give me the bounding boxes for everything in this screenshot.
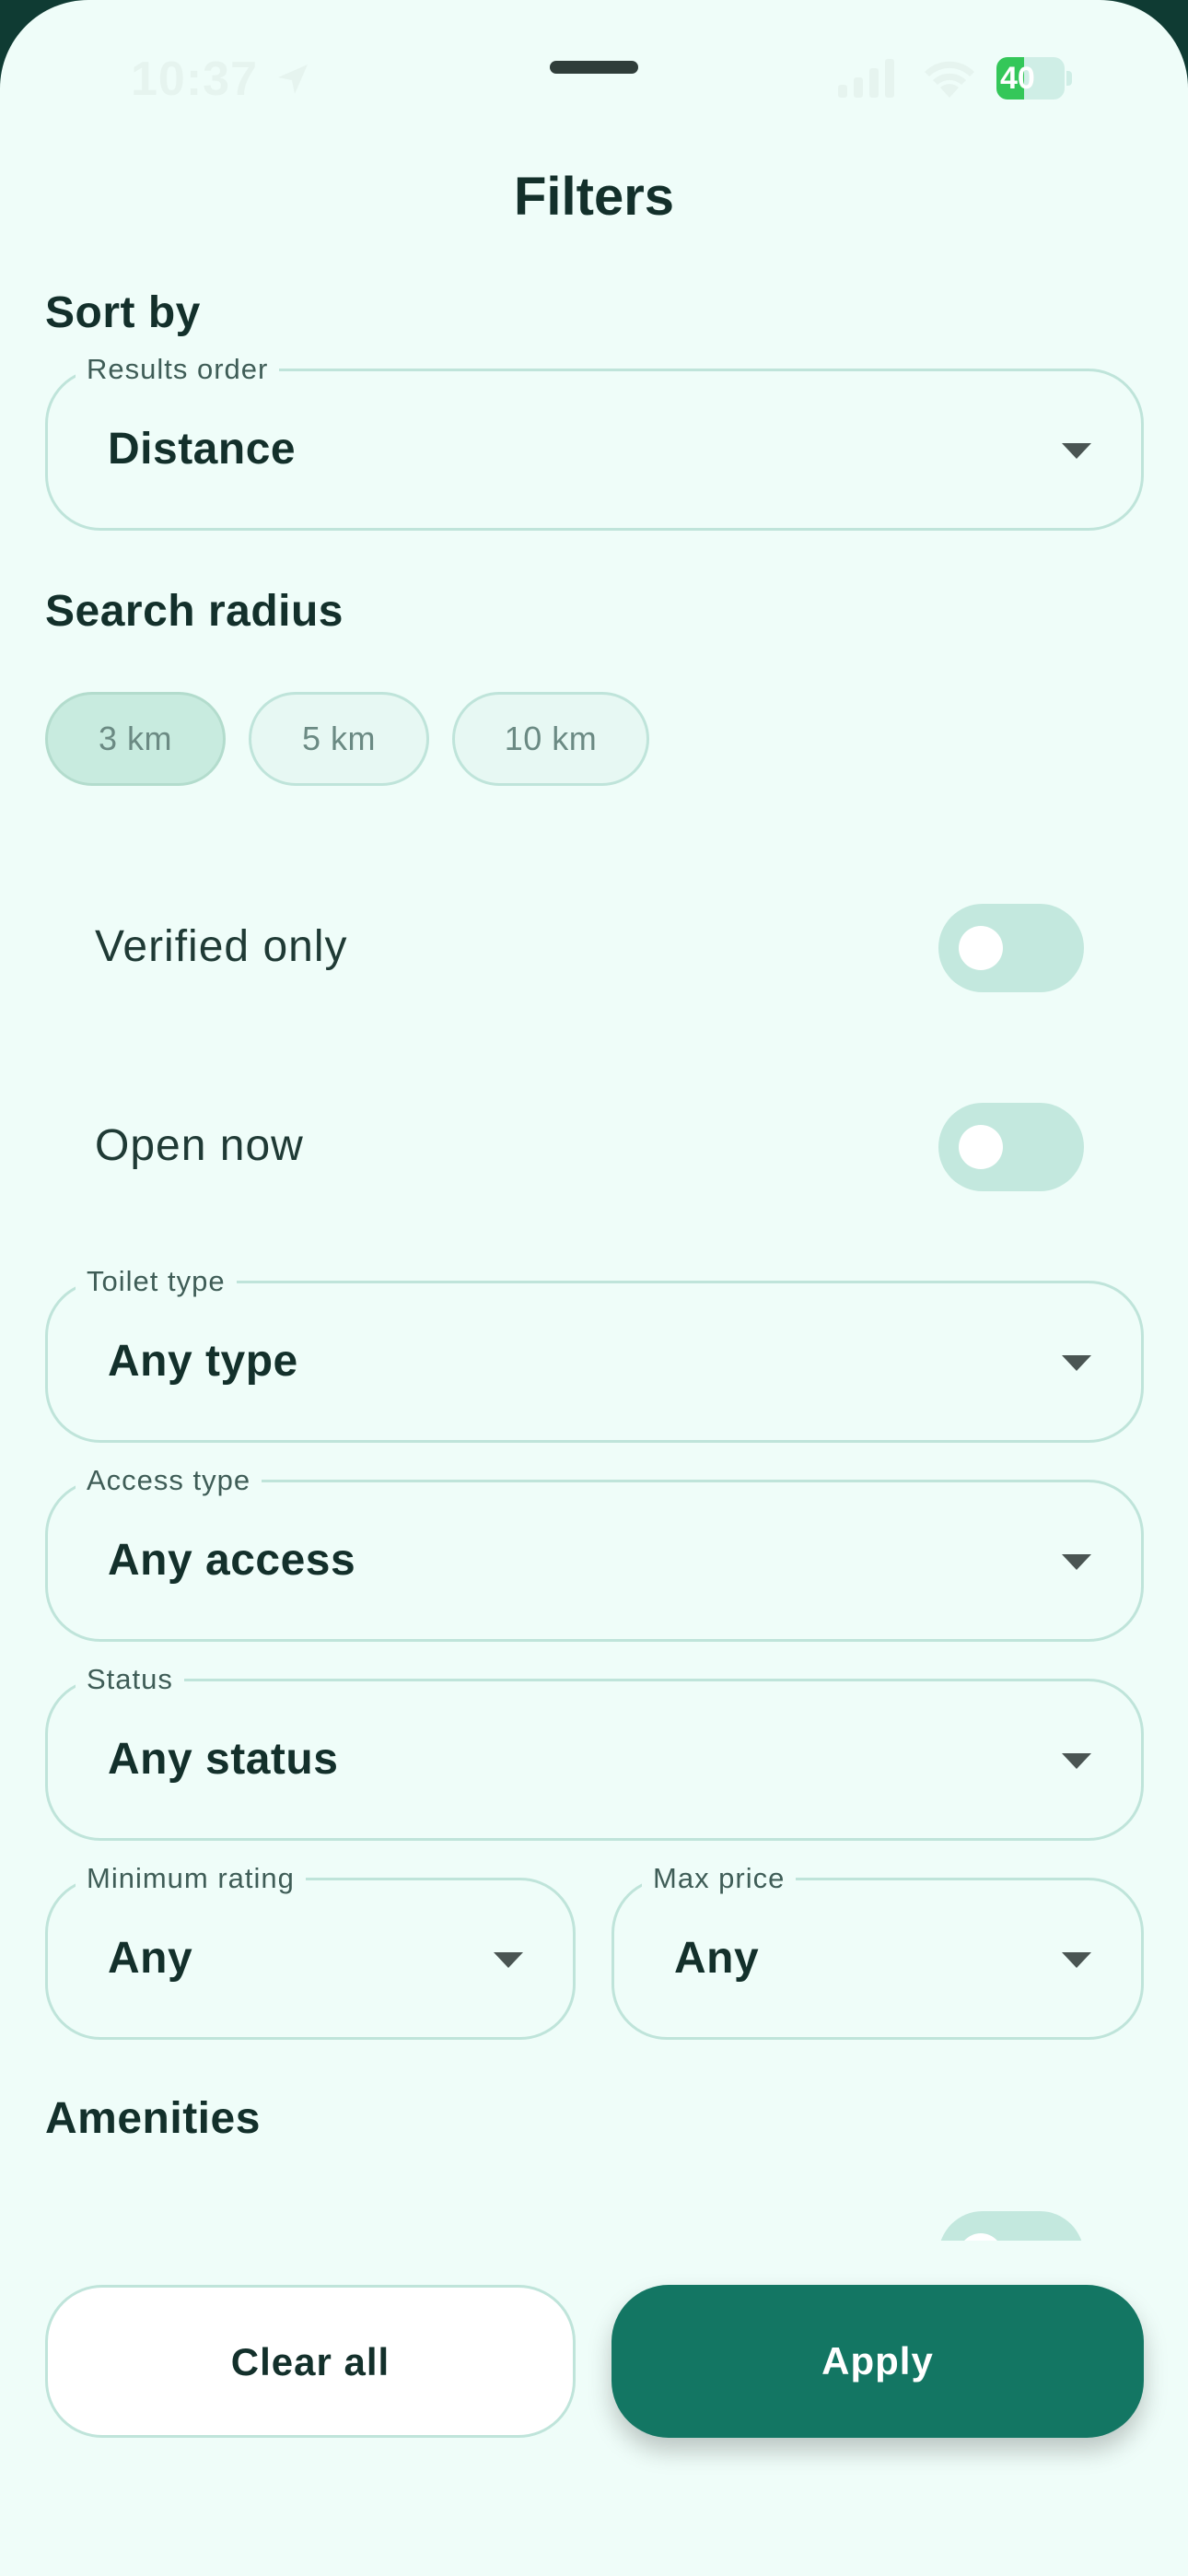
results-order-select[interactable]: Results order Distance — [45, 351, 1144, 531]
amenity-toggle[interactable] — [938, 2211, 1084, 2241]
cellular-signal-icon — [838, 59, 894, 98]
clear-all-button[interactable]: Clear all — [45, 2285, 576, 2438]
search-radius-heading: Search radius — [45, 587, 344, 636]
chevron-down-icon — [494, 1952, 523, 1968]
chevron-down-icon — [1062, 1952, 1091, 1968]
battery-percent: 40 — [1000, 61, 1035, 96]
minimum-rating-select[interactable]: Minimum rating Any — [45, 1860, 576, 2040]
status-time: 10:37 — [131, 53, 258, 106]
open-now-toggle[interactable] — [938, 1103, 1084, 1191]
chevron-down-icon — [1062, 1355, 1091, 1371]
toggle-knob — [959, 926, 1003, 970]
verified-only-toggle[interactable] — [938, 904, 1084, 992]
verified-only-label: Verified only — [95, 922, 348, 971]
max-price-select[interactable]: Max price Any — [611, 1860, 1144, 2040]
filters-sheet: 10:37 40 Filters Sort by Results order D… — [0, 0, 1188, 2576]
minimum-rating-value: Any — [108, 1934, 193, 1983]
chevron-down-icon — [1062, 443, 1091, 459]
battery-icon: 40 — [996, 57, 1072, 100]
max-price-value: Any — [674, 1934, 760, 1983]
sort-by-heading: Sort by — [45, 288, 201, 337]
status-select[interactable]: Status Any status — [45, 1661, 1144, 1841]
radius-chip-3km[interactable]: 3 km — [45, 692, 226, 786]
radius-chip-5km[interactable]: 5 km — [249, 692, 429, 786]
toilet-type-value: Any type — [108, 1337, 298, 1386]
radius-chip-10km[interactable]: 10 km — [452, 692, 649, 786]
chevron-down-icon — [1062, 1753, 1091, 1769]
amenities-heading: Amenities — [45, 2094, 261, 2143]
toggle-knob — [959, 1125, 1003, 1169]
open-now-label: Open now — [95, 1121, 304, 1170]
amenity-item-label: Water available — [95, 2217, 412, 2241]
toilet-type-select[interactable]: Toilet type Any type — [45, 1263, 1144, 1443]
status-value: Any status — [108, 1735, 339, 1784]
results-order-value: Distance — [108, 425, 297, 474]
apply-button[interactable]: Apply — [611, 2285, 1144, 2438]
access-type-select[interactable]: Access type Any access — [45, 1462, 1144, 1642]
wifi-icon — [925, 61, 974, 98]
chevron-down-icon — [1062, 1554, 1091, 1570]
access-type-value: Any access — [108, 1536, 356, 1585]
location-arrow-icon — [278, 64, 308, 94]
page-title: Filters — [513, 167, 675, 227]
sheet-drag-handle[interactable] — [550, 61, 638, 74]
